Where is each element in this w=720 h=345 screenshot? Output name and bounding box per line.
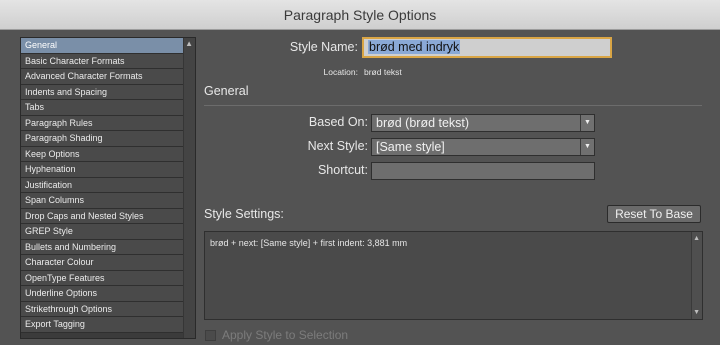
next-style-label: Next Style: (307, 139, 368, 153)
category-list[interactable]: General Basic Character Formats Advanced C… (20, 37, 196, 339)
sidebar-item-advanced-character-formats[interactable]: Advanced Character Formats (21, 69, 183, 85)
sidebar-item-bullets-and-numbering[interactable]: Bullets and Numbering (21, 239, 183, 255)
sidebar-item-strikethrough-options[interactable]: Strikethrough Options (21, 301, 183, 317)
reset-to-base-button[interactable]: Reset To Base (607, 205, 701, 223)
sidebar-item-export-tagging[interactable]: Export Tagging (21, 317, 183, 333)
shortcut-input[interactable] (371, 162, 595, 180)
window-titlebar: Paragraph Style Options (0, 0, 720, 30)
sidebar-item-indents-and-spacing[interactable]: Indents and Spacing (21, 84, 183, 100)
sidebar-item-opentype-features[interactable]: OpenType Features (21, 270, 183, 286)
style-name-input[interactable]: brød med indryk (362, 37, 612, 58)
based-on-dropdown-icon[interactable]: ▼ (580, 115, 594, 131)
style-settings-box[interactable]: brød + next: [Same style] + first indent… (204, 231, 703, 320)
sidebar-item-basic-character-formats[interactable]: Basic Character Formats (21, 53, 183, 69)
sidebar-item-keep-options[interactable]: Keep Options (21, 146, 183, 162)
style-settings-scrollbar[interactable]: ▲ ▼ (691, 232, 702, 319)
apply-style-row: Apply Style to Selection (205, 328, 348, 342)
category-list-scrollbar[interactable]: ▲ (183, 38, 195, 338)
sidebar-item-hyphenation[interactable]: Hyphenation (21, 162, 183, 178)
section-title: General (204, 84, 249, 98)
style-name-value: brød med indryk (368, 40, 461, 54)
style-settings-label: Style Settings: (204, 207, 284, 221)
scroll-up-icon[interactable]: ▲ (693, 235, 700, 242)
based-on-label: Based On: (308, 115, 368, 129)
sidebar-item-justification[interactable]: Justification (21, 177, 183, 193)
sidebar-item-span-columns[interactable]: Span Columns (21, 193, 183, 209)
style-name-label: Style Name: (289, 40, 358, 54)
shortcut-label: Shortcut: (317, 163, 368, 177)
next-style-value: [Same style] (376, 140, 445, 154)
style-settings-text: brød + next: [Same style] + first indent… (210, 238, 408, 248)
scroll-down-icon[interactable]: ▼ (693, 309, 700, 316)
next-style-dropdown-icon[interactable]: ▼ (580, 139, 594, 155)
location-label: Location: (323, 67, 359, 77)
sidebar-item-general[interactable]: General (21, 38, 183, 54)
sidebar-item-underline-options[interactable]: Underline Options (21, 286, 183, 302)
sidebar-item-character-colour[interactable]: Character Colour (21, 255, 183, 271)
based-on-value: brød (brød tekst) (376, 116, 470, 130)
sidebar-item-grep-style[interactable]: GREP Style (21, 224, 183, 240)
section-divider (204, 105, 702, 106)
location-value: brød tekst (364, 67, 402, 77)
based-on-select[interactable]: brød (brød tekst) ▼ (371, 114, 595, 132)
window-title: Paragraph Style Options (283, 6, 437, 23)
apply-style-label: Apply Style to Selection (222, 328, 349, 342)
scroll-up-icon[interactable]: ▲ (185, 39, 193, 48)
next-style-select[interactable]: [Same style] ▼ (371, 138, 595, 156)
sidebar-item-paragraph-rules[interactable]: Paragraph Rules (21, 115, 183, 131)
sidebar-item-paragraph-shading[interactable]: Paragraph Shading (21, 131, 183, 147)
sidebar-item-tabs[interactable]: Tabs (21, 100, 183, 116)
sidebar-item-drop-caps-and-nested-styles[interactable]: Drop Caps and Nested Styles (21, 208, 183, 224)
apply-style-checkbox[interactable] (205, 329, 216, 341)
